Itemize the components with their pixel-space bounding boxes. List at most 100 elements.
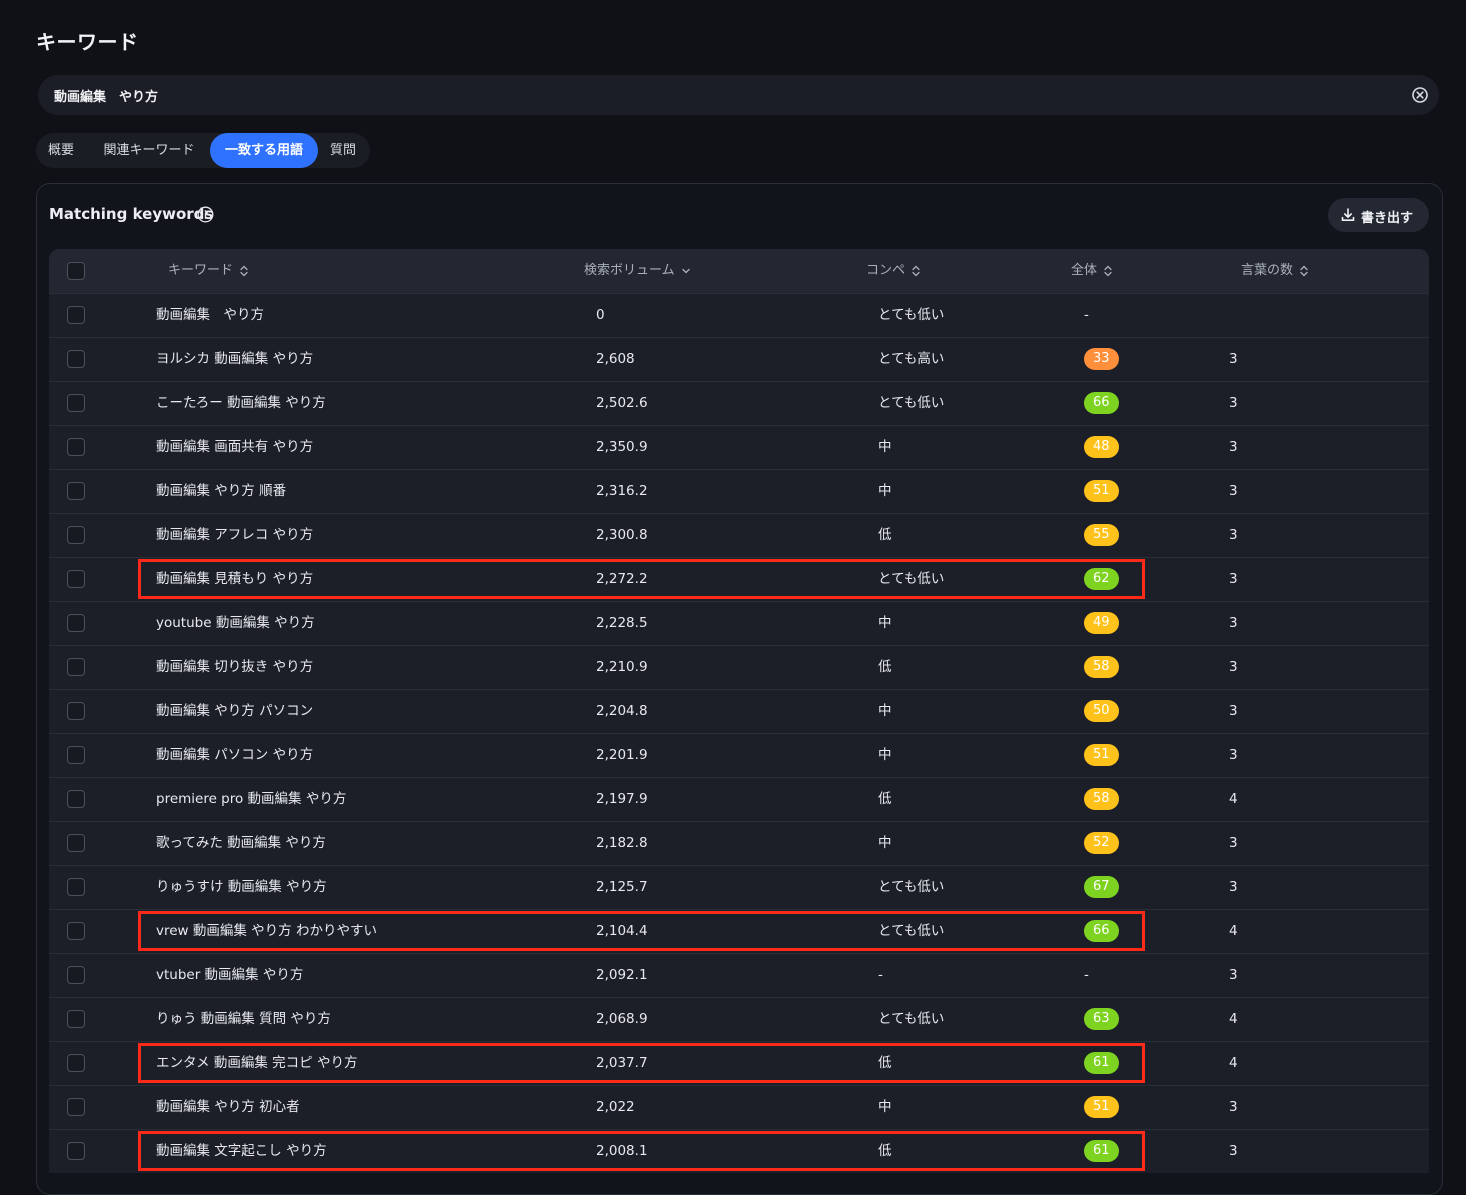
row-checkbox[interactable] [67,570,85,588]
word-count-cell: 3 [1229,395,1238,411]
row-checkbox[interactable] [67,1142,85,1160]
tab-questions[interactable]: 質問 [322,133,364,168]
row-checkbox[interactable] [67,306,85,324]
tab-related-keywords[interactable]: 関連キーワード [92,133,206,168]
row-checkbox[interactable] [67,966,85,984]
overall-badge: 33 [1084,348,1119,370]
competition-cell: とても低い [878,571,945,587]
table-row[interactable]: 動画編集 切り抜き やり方 2,210.9 低 58 3 [49,645,1429,689]
keyword-cell[interactable]: youtube 動画編集 やり方 [156,602,315,645]
row-checkbox[interactable] [67,878,85,896]
overall-cell: 49 [1084,602,1119,645]
tab-matching-terms[interactable]: 一致する用語 [210,133,318,168]
table-row[interactable]: vrew 動画編集 やり方 わかりやすい 2,104.4 とても低い 66 4 [49,909,1429,953]
table-row[interactable]: 動画編集 見積もり やり方 2,272.2 とても低い 62 3 [49,557,1429,601]
word-count-cell: 3 [1229,835,1238,851]
row-checkbox[interactable] [67,1054,85,1072]
volume-cell: 2,204.8 [596,703,648,719]
keyword-cell[interactable]: vrew 動画編集 やり方 わかりやすい [156,910,377,953]
keyword-cell[interactable]: ヨルシカ 動画編集 やり方 [156,338,313,381]
overall-cell: 61 [1084,1042,1119,1085]
table-row[interactable]: 動画編集 やり方 初心者 2,022 中 51 3 [49,1085,1429,1129]
keywords-table: キーワード 検索ボリューム コンペ 全体 言葉の数 動画編集 やり方 0 とても低い… [49,249,1429,1173]
row-checkbox[interactable] [67,658,85,676]
header-word-count[interactable]: 言葉の数 [1241,249,1309,293]
overall-badge: 49 [1084,612,1119,634]
table-row[interactable]: 歌ってみた 動画編集 やり方 2,182.8 中 52 3 [49,821,1429,865]
tab-overview[interactable]: 概要 [36,133,86,168]
keyword-cell[interactable]: 動画編集 やり方 パソコン [156,690,313,733]
word-count-cell: 3 [1229,351,1238,367]
keyword-cell[interactable]: vtuber 動画編集 やり方 [156,954,303,997]
info-icon[interactable] [197,206,214,223]
volume-cell: 2,608 [596,351,635,367]
volume-cell: 2,125.7 [596,879,648,895]
keyword-cell[interactable]: りゅう 動画編集 質問 やり方 [156,998,331,1041]
volume-cell: 2,210.9 [596,659,648,675]
header-competition[interactable]: コンペ [866,249,921,293]
table-row[interactable]: 動画編集 アフレコ やり方 2,300.8 低 55 3 [49,513,1429,557]
table-row[interactable]: 動画編集 やり方 パソコン 2,204.8 中 50 3 [49,689,1429,733]
header-volume[interactable]: 検索ボリューム [584,249,691,293]
keyword-cell[interactable]: エンタメ 動画編集 完コピ やり方 [156,1042,357,1085]
overall-badge: 63 [1084,1008,1119,1030]
keyword-cell[interactable]: 動画編集 見積もり やり方 [156,558,313,601]
header-keyword[interactable]: キーワード [168,249,249,293]
table-row[interactable]: ヨルシカ 動画編集 やり方 2,608 とても高い 33 3 [49,337,1429,381]
keyword-cell[interactable]: premiere pro 動画編集 やり方 [156,778,346,821]
keyword-cell[interactable]: 動画編集 文字起こし やり方 [156,1130,327,1173]
table-row[interactable]: youtube 動画編集 やり方 2,228.5 中 49 3 [49,601,1429,645]
overall-cell: 62 [1084,558,1119,601]
overall-badge: 61 [1084,1052,1119,1074]
keyword-cell[interactable]: 動画編集 やり方 順番 [156,470,286,513]
table-row[interactable]: vtuber 動画編集 やり方 2,092.1 - - 3 [49,953,1429,997]
overall-badge: 66 [1084,392,1119,414]
row-checkbox[interactable] [67,790,85,808]
row-checkbox[interactable] [67,834,85,852]
keyword-cell[interactable]: 動画編集 パソコン やり方 [156,734,313,777]
row-checkbox[interactable] [67,702,85,720]
keyword-cell[interactable]: こーたろー 動画編集 やり方 [156,382,326,425]
volume-cell: 2,228.5 [596,615,648,631]
table-row[interactable]: 動画編集 パソコン やり方 2,201.9 中 51 3 [49,733,1429,777]
table-row[interactable]: こーたろー 動画編集 やり方 2,502.6 とても低い 66 3 [49,381,1429,425]
table-row[interactable]: 動画編集 画面共有 やり方 2,350.9 中 48 3 [49,425,1429,469]
keyword-cell[interactable]: 動画編集 やり方 初心者 [156,1086,300,1129]
table-row[interactable]: りゅうすけ 動画編集 やり方 2,125.7 とても低い 67 3 [49,865,1429,909]
search-input[interactable]: 動画編集 やり方 [38,75,1439,115]
row-checkbox[interactable] [67,922,85,940]
row-checkbox[interactable] [67,394,85,412]
card-title: Matching keywords [49,205,214,223]
table-row[interactable]: 動画編集 文字起こし やり方 2,008.1 低 61 3 [49,1129,1429,1173]
row-checkbox[interactable] [67,1010,85,1028]
word-count-cell: 3 [1229,483,1238,499]
select-all-checkbox[interactable] [67,262,85,280]
row-checkbox[interactable] [67,746,85,764]
table-row[interactable]: 動画編集 やり方 0 とても低い - [49,293,1429,337]
competition-cell: とても低い [878,879,945,895]
row-checkbox[interactable] [67,614,85,632]
search-value: 動画編集 やり方 [54,90,159,105]
table-row[interactable]: 動画編集 やり方 順番 2,316.2 中 51 3 [49,469,1429,513]
row-checkbox[interactable] [67,350,85,368]
overall-cell: 58 [1084,646,1119,689]
table-row[interactable]: エンタメ 動画編集 完コピ やり方 2,037.7 低 61 4 [49,1041,1429,1085]
header-overall[interactable]: 全体 [1071,249,1113,293]
overall-cell: 52 [1084,822,1119,865]
table-row[interactable]: premiere pro 動画編集 やり方 2,197.9 低 58 4 [49,777,1429,821]
row-checkbox[interactable] [67,1098,85,1116]
keyword-cell[interactable]: 動画編集 画面共有 やり方 [156,426,313,469]
keyword-cell[interactable]: 動画編集 やり方 [156,294,264,337]
close-circle-icon[interactable] [1410,85,1430,105]
row-checkbox[interactable] [67,482,85,500]
keyword-cell[interactable]: 動画編集 切り抜き やり方 [156,646,313,689]
overall-badge: 50 [1084,700,1119,722]
table-row[interactable]: りゅう 動画編集 質問 やり方 2,068.9 とても低い 63 4 [49,997,1429,1041]
keyword-cell[interactable]: 歌ってみた 動画編集 やり方 [156,822,326,865]
keyword-cell[interactable]: りゅうすけ 動画編集 やり方 [156,866,327,909]
keyword-cell[interactable]: 動画編集 アフレコ やり方 [156,514,313,557]
volume-cell: 2,197.9 [596,791,648,807]
export-button[interactable]: 書き出す [1328,198,1429,232]
row-checkbox[interactable] [67,438,85,456]
row-checkbox[interactable] [67,526,85,544]
